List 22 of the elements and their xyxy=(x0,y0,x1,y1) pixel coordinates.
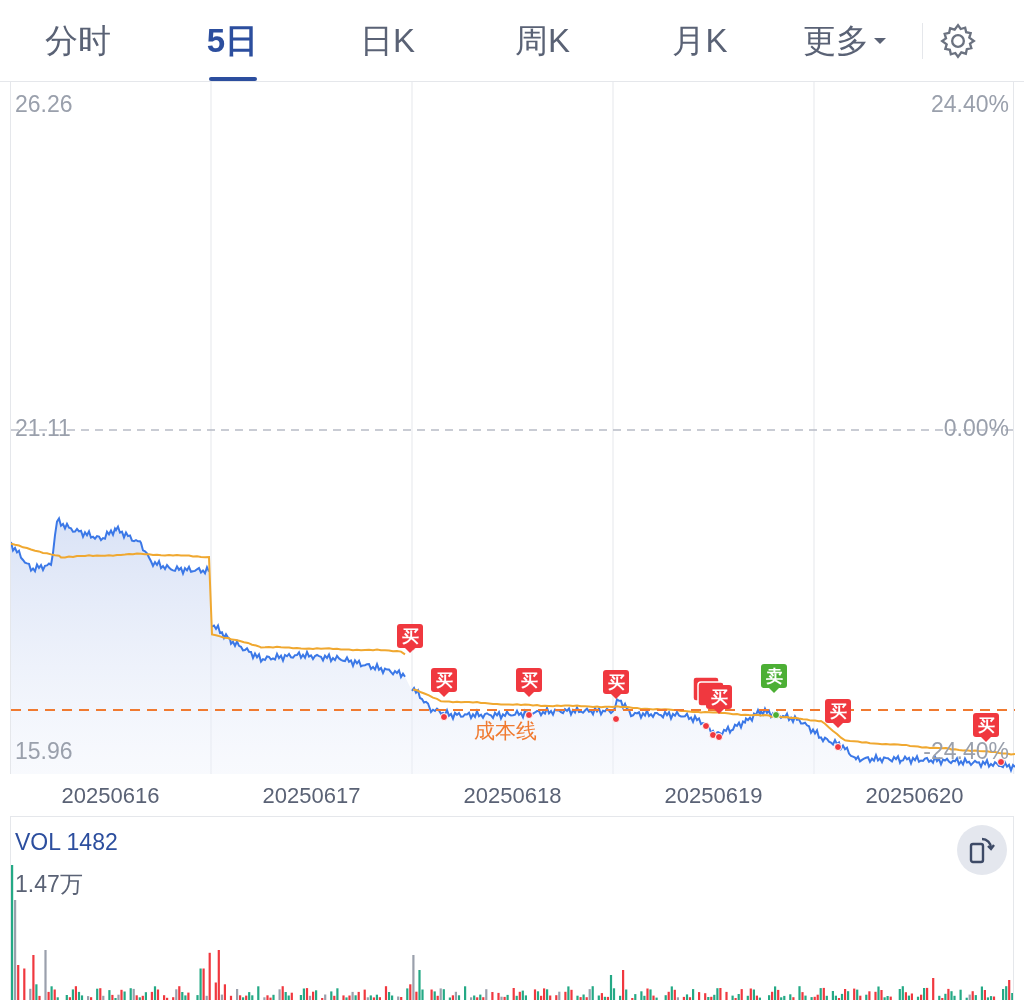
date-label: 20250620 xyxy=(865,781,964,810)
rotate-screen-button[interactable] xyxy=(957,825,1007,875)
caret-icon xyxy=(873,35,887,46)
axis-label: 26.26 xyxy=(15,93,73,116)
tab[interactable]: 分时 xyxy=(0,0,155,81)
more-dropdown[interactable]: 更多 xyxy=(780,0,910,81)
cost-line-label: 成本线 xyxy=(474,718,537,744)
date-label: 20250619 xyxy=(664,781,763,810)
volume-title: VOL 1482 xyxy=(15,828,118,857)
date-label: 20250617 xyxy=(262,781,361,810)
axis-label: 15.96 xyxy=(15,740,73,763)
tab[interactable]: 周K xyxy=(465,0,620,81)
tab[interactable]: 5日 xyxy=(155,0,310,81)
axis-label: 21.11 xyxy=(15,417,71,440)
date-label: 20250616 xyxy=(61,781,160,810)
axis-label: 24.40% xyxy=(931,93,1009,116)
date-label: 20250618 xyxy=(463,781,562,810)
rotate-icon xyxy=(968,835,996,865)
volume-max-label: 1.47万 xyxy=(15,870,83,899)
tab[interactable]: 月K xyxy=(620,0,780,81)
axis-label: 0.00% xyxy=(943,417,1009,440)
tab[interactable]: 日K xyxy=(310,0,465,81)
